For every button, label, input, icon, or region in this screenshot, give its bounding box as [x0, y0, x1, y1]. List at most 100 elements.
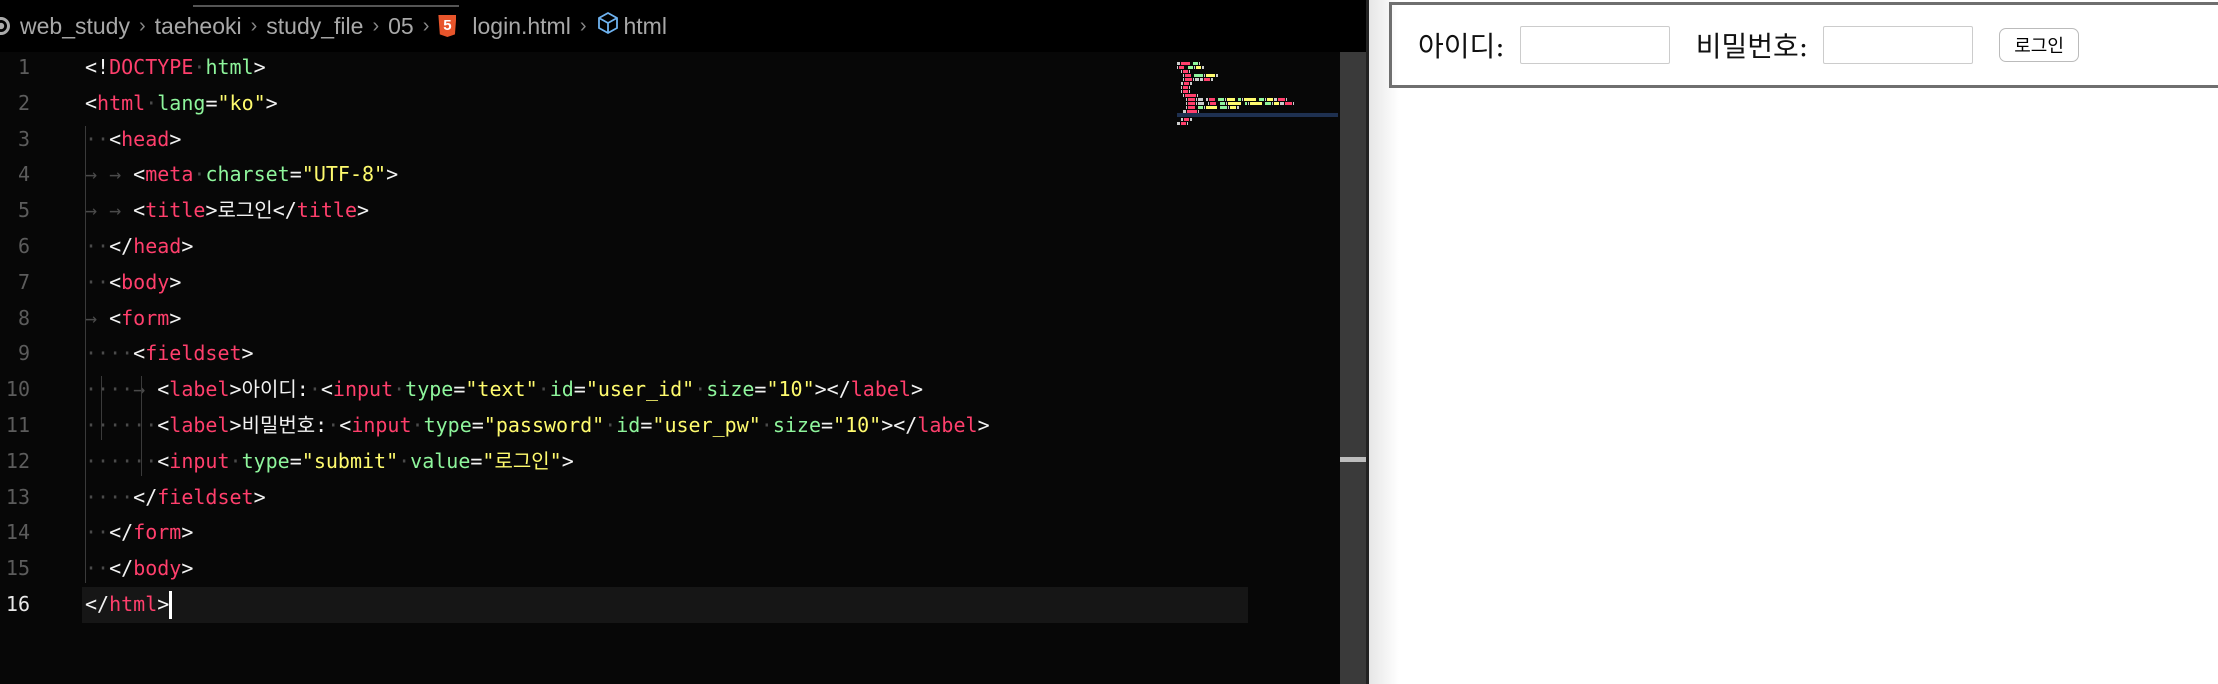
code-token: ·: [411, 412, 424, 437]
code-line[interactable]: 4 → → <meta·charset="UTF-8">: [0, 157, 1250, 193]
chevron-right-icon: ›: [250, 14, 258, 37]
code-token: >: [169, 305, 182, 330]
tab-indicator: [193, 5, 459, 7]
minimap-line: [1177, 122, 1337, 125]
code-token: ></: [881, 412, 918, 437]
code-line[interactable]: 8 → <form>: [0, 301, 1250, 337]
code-token: type: [241, 448, 290, 473]
code-line[interactable]: 1 <!DOCTYPE·html>: [0, 50, 1250, 86]
code-token: >: [357, 198, 370, 223]
code-token: <: [133, 198, 146, 223]
breadcrumb-item[interactable]: study_file: [266, 13, 363, 40]
minimap[interactable]: [1177, 62, 1338, 125]
code-token: form: [133, 520, 182, 545]
code-text: ······<label>비밀번호:·<input·type="password…: [85, 408, 990, 444]
code-line[interactable]: 15 ··</body>: [0, 551, 1250, 587]
code-token: ··: [85, 556, 110, 581]
code-token: input: [332, 377, 394, 402]
code-line[interactable]: 14 ··</form>: [0, 515, 1250, 551]
code-line[interactable]: 5 → → <title>로그인</title>: [0, 193, 1250, 229]
indent-guide: [85, 125, 86, 583]
vertical-scrollbar[interactable]: [1340, 52, 1369, 684]
code-token: ····: [85, 484, 134, 509]
code-token: ·: [193, 162, 206, 187]
minimap-line: [1177, 78, 1337, 81]
code-text: ··</head>: [85, 229, 193, 265]
code-token: ·: [393, 377, 406, 402]
code-token: charset: [205, 162, 290, 187]
code-token: ·: [604, 412, 617, 437]
code-token: body: [133, 556, 182, 581]
code-line[interactable]: 12 ······<input·type="submit"·value="로그인"…: [0, 444, 1250, 480]
code-text: ····→ <label>아이디:·<input·type="text"·id=…: [85, 372, 923, 408]
cube-icon: [596, 11, 620, 41]
user-pw-label-text: 비밀번호:: [1695, 30, 1809, 63]
line-number: 8: [17, 305, 30, 330]
code-line[interactable]: 11 ······<label>비밀번호:·<input·type="passwo…: [0, 408, 1250, 444]
code-token: body: [121, 269, 170, 294]
breadcrumb-item[interactable]: login.html: [472, 13, 570, 40]
code-token: >: [253, 55, 266, 79]
code-token: >: [265, 90, 278, 115]
code-token: >: [253, 484, 266, 509]
code-token: =: [640, 412, 653, 437]
code-token: <: [109, 126, 122, 151]
code-token: value: [410, 448, 471, 473]
user-pw-input[interactable]: [1823, 26, 1974, 64]
code-token: ·: [327, 412, 340, 437]
code-line[interactable]: 10 ····→ <label>아이디:·<input·type="text"·i…: [0, 372, 1250, 408]
scrollbar-thumb[interactable]: [1340, 457, 1369, 462]
code-token: ··: [85, 233, 110, 258]
code-token: <: [339, 412, 352, 437]
minimap-line: [1177, 74, 1337, 77]
code-line[interactable]: 3 ··<head>: [0, 122, 1250, 158]
code-text: ····</fieldset>: [85, 480, 266, 516]
breadcrumb-item[interactable]: taeheoki: [155, 13, 242, 40]
code-token: >: [977, 412, 990, 437]
code-text: ··<body>: [85, 265, 181, 301]
code-token: >: [157, 591, 170, 616]
code-editor[interactable]: web_study › taeheoki › study_file › 05 ›…: [0, 0, 1369, 684]
breadcrumb-item[interactable]: html: [624, 13, 667, 40]
text-cursor: [169, 591, 173, 620]
line-number: 13: [5, 484, 30, 509]
browser-preview: 아이디: 비밀번호: 로그인: [1369, 0, 2218, 684]
code-token: form: [121, 305, 170, 330]
user-id-input[interactable]: [1519, 26, 1670, 64]
code-token: head: [121, 126, 170, 151]
code-line[interactable]: 7 ··<body>: [0, 265, 1250, 301]
code-line[interactable]: 13 ····</fieldset>: [0, 480, 1250, 516]
code-token: <: [157, 448, 170, 473]
code-token: 로그인: [217, 198, 273, 223]
code-token: =: [471, 412, 484, 437]
line-number: 3: [17, 126, 30, 151]
breadcrumb-item[interactable]: 05: [388, 13, 414, 40]
code-token: </: [272, 198, 297, 223]
code-token: =: [573, 377, 586, 402]
code-lines[interactable]: 1 <!DOCTYPE·html> 2 <html·lang="ko"> 3 ··<hea…: [0, 50, 1250, 623]
indent-guide: [141, 376, 142, 476]
line-number: 6: [17, 233, 30, 258]
chevron-right-icon: ›: [138, 14, 146, 37]
login-button[interactable]: 로그인: [1999, 28, 2079, 62]
code-token: ·: [308, 377, 321, 402]
code-line[interactable]: 16 </html>: [6, 586, 1248, 623]
code-token: =: [453, 377, 466, 402]
code-token: ······: [85, 448, 158, 473]
code-token: "text": [465, 377, 538, 402]
code-token: "로그인": [482, 448, 562, 473]
code-line[interactable]: 6 ··</head>: [0, 229, 1250, 265]
code-token: ·: [398, 448, 411, 473]
code-line[interactable]: 2 <html·lang="ko">: [0, 86, 1250, 122]
code-token: "submit": [301, 448, 399, 473]
code-token: input: [169, 448, 230, 473]
breadcrumb-item[interactable]: web_study: [20, 13, 130, 40]
code-token: <: [133, 341, 146, 366]
code-line[interactable]: 9 ····<fieldset>: [0, 336, 1250, 372]
code-token: "10": [833, 412, 882, 437]
code-token: <: [157, 412, 170, 437]
code-token: =: [289, 448, 302, 473]
code-token: "user_id": [585, 377, 695, 402]
code-text: → <form>: [85, 301, 181, 337]
code-token: >: [910, 377, 924, 402]
